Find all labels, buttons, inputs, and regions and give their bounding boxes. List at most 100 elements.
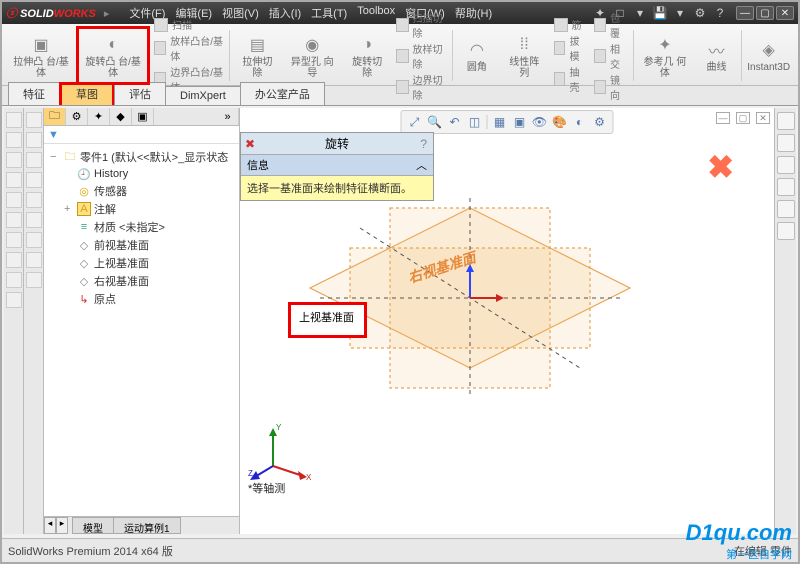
tool-7[interactable] xyxy=(6,232,22,248)
tree-plane-front[interactable]: ◇前视基准面 xyxy=(46,236,237,254)
close-button[interactable]: ✕ xyxy=(776,6,794,20)
cancel-x-icon[interactable]: ✖ xyxy=(707,148,734,186)
display-style-icon[interactable]: ▣ xyxy=(511,113,529,131)
wrap-button[interactable]: 包覆 xyxy=(594,10,627,40)
print-icon[interactable]: ▾ xyxy=(672,5,688,21)
loft-boss-button[interactable]: 放样凸台/基体 xyxy=(154,33,223,63)
tool-4[interactable] xyxy=(6,172,22,188)
swept-cut-button[interactable]: 扫描切除 xyxy=(396,10,446,40)
revolve-cut-button[interactable]: ◑ 旋转切 除 xyxy=(342,26,393,85)
tool-b5[interactable] xyxy=(26,192,42,208)
scene-icon[interactable]: 🎨 xyxy=(551,113,569,131)
tree-history[interactable]: 🕘History xyxy=(46,166,237,182)
boundary-cut-button[interactable]: 边界切除 xyxy=(396,72,446,102)
menu-insert[interactable]: 插入(I) xyxy=(269,5,301,21)
tool-b6[interactable] xyxy=(26,212,42,228)
instant3d-button[interactable]: ◈ Instant3D xyxy=(743,26,794,85)
revolve-boss-button[interactable]: ◐ 旋转凸 台/基体 xyxy=(76,26,150,85)
taskpane-home-icon[interactable] xyxy=(777,112,795,130)
tool-b4[interactable] xyxy=(26,172,42,188)
pm-help-icon[interactable]: ? xyxy=(420,137,427,151)
tool-b7[interactable] xyxy=(26,232,42,248)
view-settings-icon[interactable]: ⚙ xyxy=(591,113,609,131)
tab-evaluate[interactable]: 评估 xyxy=(114,82,166,105)
view-orientation-icon[interactable]: ▦ xyxy=(491,113,509,131)
bottom-tab-motion[interactable]: 运动算例1 xyxy=(113,517,181,534)
taskpane-library-icon[interactable] xyxy=(777,134,795,152)
extrude-cut-button[interactable]: ▤ 拉伸切 除 xyxy=(232,26,283,85)
tree-plane-top[interactable]: ◇上视基准面 xyxy=(46,254,237,272)
tool-9[interactable] xyxy=(6,272,22,288)
tool-1[interactable] xyxy=(6,112,22,128)
menu-toolbox[interactable]: Toolbox xyxy=(357,5,395,21)
apply-scene-icon[interactable]: ◐ xyxy=(571,113,589,131)
prev-view-icon[interactable]: ↶ xyxy=(446,113,464,131)
tool-b1[interactable] xyxy=(26,112,42,128)
draft-button[interactable]: 拔模 xyxy=(554,33,587,63)
tab-office[interactable]: 办公室产品 xyxy=(240,82,325,105)
fm-tab-2[interactable]: ⚙ xyxy=(66,108,88,125)
menu-help[interactable]: 帮助(H) xyxy=(455,5,492,21)
taskpane-view-icon[interactable] xyxy=(777,178,795,196)
doc-minimize[interactable]: — xyxy=(716,112,730,124)
taskpane-appearance-icon[interactable] xyxy=(777,200,795,218)
fm-filter[interactable]: ▼ xyxy=(44,126,239,144)
tool-b8[interactable] xyxy=(26,252,42,268)
shell-button[interactable]: 抽壳 xyxy=(554,64,587,94)
doc-maximize[interactable]: ▢ xyxy=(736,112,750,124)
tree-annotations[interactable]: +A注解 xyxy=(46,200,237,218)
hole-wizard-button[interactable]: ◉ 异型孔 向导 xyxy=(283,26,342,85)
tab-dimxpert[interactable]: DimXpert xyxy=(165,86,241,105)
section-view-icon[interactable]: ◫ xyxy=(466,113,484,131)
tree-origin[interactable]: ↳原点 xyxy=(46,290,237,308)
mirror-button[interactable]: 镜向 xyxy=(594,72,627,102)
tool-2[interactable] xyxy=(6,132,22,148)
fm-tab-5[interactable]: ▣ xyxy=(132,108,154,125)
tool-10[interactable] xyxy=(6,292,22,308)
tree-root[interactable]: −🗀零件1 (默认<<默认>_显示状态 xyxy=(46,148,237,166)
tree-plane-right[interactable]: ◇右视基准面 xyxy=(46,272,237,290)
tool-b3[interactable] xyxy=(26,152,42,168)
tool-8[interactable] xyxy=(6,252,22,268)
loft-cut-button[interactable]: 放样切除 xyxy=(396,41,446,71)
tool-b2[interactable] xyxy=(26,132,42,148)
options-icon[interactable]: ⚙ xyxy=(692,5,708,21)
tool-6[interactable] xyxy=(6,212,22,228)
ref-geometry-button[interactable]: ✦ 参考几 何体 xyxy=(635,26,694,85)
minimize-button[interactable]: — xyxy=(736,6,754,20)
tool-5[interactable] xyxy=(6,192,22,208)
taskpane-custom-icon[interactable] xyxy=(777,222,795,240)
pm-cancel-icon[interactable]: ✖ xyxy=(245,137,255,151)
tool-b9[interactable] xyxy=(26,272,42,288)
open-icon[interactable]: ▾ xyxy=(632,5,648,21)
taskpane-explorer-icon[interactable] xyxy=(777,156,795,174)
tool-3[interactable] xyxy=(6,152,22,168)
tab-sketch[interactable]: 草图 xyxy=(59,82,115,105)
rib-button[interactable]: 筋 xyxy=(554,17,587,32)
extrude-boss-button[interactable]: ▣ 拉伸凸 台/基体 xyxy=(6,26,76,85)
swept-boss-button[interactable]: 扫描 xyxy=(154,17,223,32)
menu-tools[interactable]: 工具(T) xyxy=(311,5,347,21)
fm-tab-tree[interactable]: 🗀 xyxy=(44,108,66,125)
tree-material[interactable]: ≡材质 <未指定> xyxy=(46,218,237,236)
tab-features[interactable]: 特征 xyxy=(8,82,60,105)
fillet-button[interactable]: ◠ 圆角 xyxy=(455,26,499,85)
fm-tab-scroll[interactable]: ◂▸ xyxy=(44,517,68,534)
save-icon[interactable]: 💾 xyxy=(652,5,668,21)
zoom-area-icon[interactable]: 🔍 xyxy=(426,113,444,131)
doc-close[interactable]: ✕ xyxy=(756,112,770,124)
fm-tab-4[interactable]: ◆ xyxy=(110,108,132,125)
tree-sensors[interactable]: ◎传感器 xyxy=(46,182,237,200)
hide-show-icon[interactable]: 👁 xyxy=(531,113,549,131)
curves-button[interactable]: 〰 曲线 xyxy=(695,26,739,85)
graphics-viewport[interactable]: ⤢ 🔍 ↶ ◫ ▦ ▣ 👁 🎨 ◐ ⚙ — ▢ ✕ ✖ 旋转 ? 信息︿ xyxy=(240,108,774,534)
linear-pattern-button[interactable]: ⁞⁞ 线性阵 列 xyxy=(499,26,550,85)
menu-view[interactable]: 视图(V) xyxy=(222,5,259,21)
fm-tab-arrow[interactable]: » xyxy=(217,108,239,125)
zoom-fit-icon[interactable]: ⤢ xyxy=(406,113,424,131)
help-icon[interactable]: ? xyxy=(712,5,728,21)
intersect-button[interactable]: 相交 xyxy=(594,41,627,71)
bottom-tab-model[interactable]: 模型 xyxy=(72,517,114,534)
maximize-button[interactable]: ▢ xyxy=(756,6,774,20)
fm-tab-3[interactable]: ✦ xyxy=(88,108,110,125)
